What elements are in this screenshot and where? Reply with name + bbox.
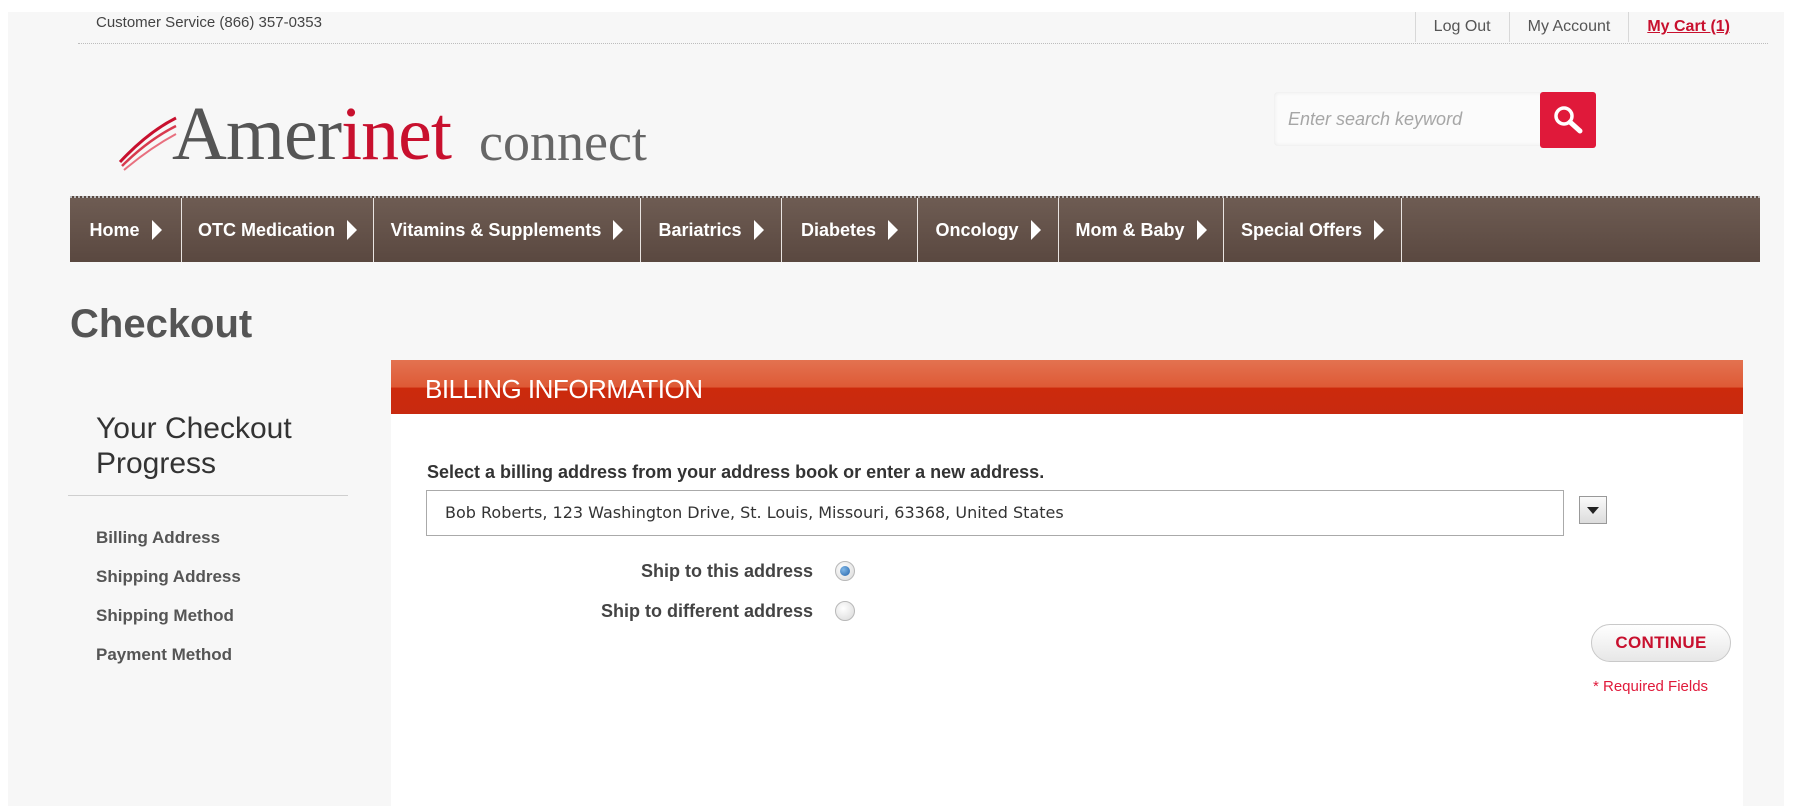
search-box bbox=[1274, 92, 1600, 148]
my-account-link[interactable]: My Account bbox=[1508, 12, 1629, 42]
chevron-down-icon bbox=[1587, 506, 1599, 514]
nav-item-label: Home bbox=[89, 219, 140, 240]
nav-item-label: Mom & Baby bbox=[1075, 219, 1185, 240]
search-input[interactable] bbox=[1274, 92, 1544, 146]
page-title: Checkout bbox=[70, 302, 253, 346]
my-cart-link[interactable]: My Cart (1) bbox=[1628, 12, 1748, 42]
required-fields-note: * Required Fields bbox=[1593, 678, 1709, 695]
nav-item-home[interactable]: Home bbox=[70, 198, 182, 262]
progress-step-payment-method: Payment Method bbox=[96, 645, 233, 664]
continue-button[interactable]: CONTINUE bbox=[1591, 624, 1731, 662]
amerinet-connect-logo[interactable]: Amerinet connect bbox=[118, 82, 647, 172]
account-links: Log Out My Account My Cart (1) bbox=[1414, 12, 1748, 42]
logo-amer-text: Amer bbox=[172, 92, 342, 176]
nav-item-label: Diabetes bbox=[800, 219, 877, 240]
radio-label: Ship to different address bbox=[600, 600, 813, 621]
nav-item-diabetes[interactable]: Diabetes bbox=[782, 198, 918, 262]
chevron-right-icon bbox=[1196, 220, 1207, 240]
logo-inet-text: inet bbox=[341, 92, 452, 176]
radio-selected-dot bbox=[840, 566, 850, 576]
top-utility-bar: Customer Service (866) 357-0353 Log Out … bbox=[78, 12, 1768, 44]
search-icon bbox=[1554, 106, 1583, 134]
chevron-right-icon bbox=[1030, 220, 1041, 240]
radio-label: Ship to this address bbox=[640, 560, 813, 581]
sidebar-title: Your Checkout Progress bbox=[68, 412, 348, 496]
nav-item-label: Bariatrics bbox=[658, 219, 742, 240]
nav-item-vitamins-supplements[interactable]: Vitamins & Supplements bbox=[374, 198, 641, 262]
nav-item-label: OTC Medication bbox=[197, 219, 335, 240]
address-dropdown-button[interactable] bbox=[1579, 496, 1607, 524]
progress-step-billing-address: Billing Address bbox=[96, 528, 221, 547]
chevron-right-icon bbox=[888, 220, 899, 240]
log-out-link[interactable]: Log Out bbox=[1414, 12, 1509, 42]
nav-item-bariatrics[interactable]: Bariatrics bbox=[641, 198, 782, 262]
ship-to-different-address-radio[interactable] bbox=[835, 601, 855, 621]
chevron-right-icon bbox=[347, 220, 357, 240]
progress-step-shipping-address: Shipping Address bbox=[96, 567, 241, 586]
chevron-right-icon bbox=[151, 220, 162, 240]
nav-item-otc-medication[interactable]: OTC Medication bbox=[182, 198, 374, 262]
logo-connect-text: connect bbox=[479, 111, 647, 172]
main-navigation: Home OTC Medication Vitamins & Supplemen… bbox=[70, 196, 1760, 262]
chevron-right-icon bbox=[613, 220, 624, 240]
chevron-right-icon bbox=[753, 220, 764, 240]
search-button[interactable] bbox=[1540, 92, 1596, 148]
chevron-right-icon bbox=[1374, 220, 1385, 240]
billing-address-select[interactable]: Bob Roberts, 123 Washington Drive, St. L… bbox=[426, 490, 1564, 536]
billing-panel: BILLING INFORMATION Select a billing add… bbox=[391, 360, 1743, 806]
progress-step-list: Billing Address Shipping Address Shippin… bbox=[68, 518, 348, 674]
page-background: Customer Service (866) 357-0353 Log Out … bbox=[8, 12, 1784, 806]
checkout-progress-sidebar: Your Checkout Progress Billing Address S… bbox=[68, 412, 348, 674]
ship-to-this-address-radio[interactable] bbox=[835, 561, 855, 581]
billing-instruction: Select a billing address from your addre… bbox=[427, 462, 1045, 482]
billing-section-header: BILLING INFORMATION bbox=[391, 360, 1743, 414]
ship-to-this-address-option[interactable]: Ship to this address bbox=[391, 556, 855, 586]
ship-to-different-address-option[interactable]: Ship to different address bbox=[391, 596, 855, 626]
progress-step-shipping-method: Shipping Method bbox=[96, 606, 234, 625]
logo-swoosh-icon bbox=[118, 116, 177, 171]
nav-item-oncology[interactable]: Oncology bbox=[918, 198, 1059, 262]
nav-item-label: Oncology bbox=[935, 219, 1019, 240]
nav-item-label: Vitamins & Supplements bbox=[390, 219, 602, 240]
customer-service-text: Customer Service (866) 357-0353 bbox=[96, 14, 322, 31]
nav-item-label: Special Offers bbox=[1240, 219, 1363, 240]
logo-wordmark: Amerinet bbox=[172, 96, 452, 172]
nav-item-special-offers[interactable]: Special Offers bbox=[1224, 198, 1402, 262]
nav-item-mom-baby[interactable]: Mom & Baby bbox=[1059, 198, 1224, 262]
